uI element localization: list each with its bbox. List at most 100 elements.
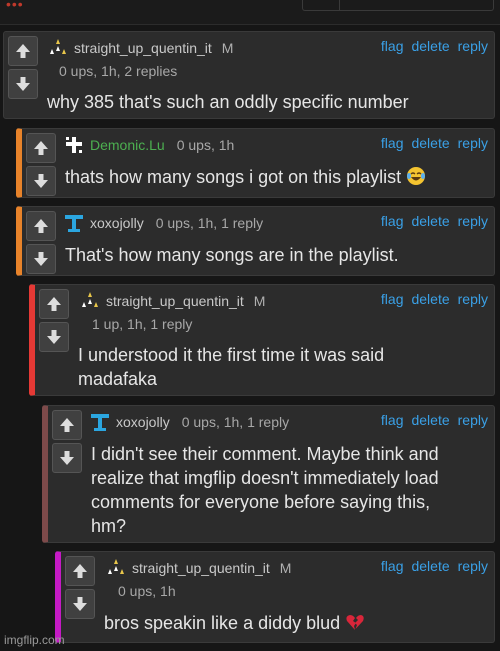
upvote-button[interactable] xyxy=(39,289,69,319)
comment-meta: 0 ups, 1h, 1 reply xyxy=(181,414,290,430)
down-arrow-icon xyxy=(73,597,87,611)
vote-controls xyxy=(26,211,56,277)
comment-text: why 385 that's such an oddly specific nu… xyxy=(47,92,409,112)
comment-meta: 1 up, 1h, 1 reply xyxy=(92,316,193,332)
downvote-button[interactable] xyxy=(26,166,56,196)
downvote-button[interactable] xyxy=(52,443,82,473)
down-arrow-icon xyxy=(34,252,48,266)
delete-link[interactable]: delete xyxy=(411,38,449,54)
comment-actions: flag delete reply xyxy=(381,135,488,151)
laughing-crying-emoji xyxy=(407,167,426,185)
comment-3: xoxojolly 0 ups, 1h, 1 reply flag delete… xyxy=(16,206,495,276)
delete-link[interactable]: delete xyxy=(411,135,449,151)
down-arrow-icon xyxy=(16,77,30,91)
vote-controls xyxy=(65,556,95,622)
up-arrow-icon xyxy=(73,564,87,578)
pixel-t-icon[interactable] xyxy=(64,213,84,233)
downvote-button[interactable] xyxy=(65,589,95,619)
reply-link[interactable]: reply xyxy=(458,291,488,307)
comment-meta: 0 ups, 1h xyxy=(118,583,176,599)
delete-link[interactable]: delete xyxy=(411,213,449,229)
up-arrow-icon xyxy=(16,44,30,58)
up-arrow-icon xyxy=(34,219,48,233)
comment-text-line: madafaka xyxy=(78,369,158,389)
comment-4: straight_up_quentin_it M 1 up, 1h, 1 rep… xyxy=(29,284,495,396)
logo-fragment: ••• xyxy=(6,0,24,12)
down-arrow-icon xyxy=(47,330,61,344)
comment-actions: flag delete reply xyxy=(381,291,488,307)
badge: M xyxy=(279,560,292,576)
comment-1: straight_up_quentin_it M 0 ups, 1h, 2 re… xyxy=(3,31,495,119)
badge: M xyxy=(253,293,266,309)
reply-link[interactable]: reply xyxy=(458,135,488,151)
reply-link[interactable]: reply xyxy=(458,558,488,574)
flag-link[interactable]: flag xyxy=(381,213,404,229)
up-arrow-icon xyxy=(47,297,61,311)
delete-link[interactable]: delete xyxy=(411,291,449,307)
comment-meta: 0 ups, 1h xyxy=(176,137,235,153)
broken-heart-emoji xyxy=(346,615,364,630)
username[interactable]: straight_up_quentin_it xyxy=(106,293,244,309)
downvote-button[interactable] xyxy=(39,322,69,352)
comment-text-wrap: thats how many songs i got on this playl… xyxy=(65,165,426,189)
comment-text-line: I didn't see their comment. Maybe think … xyxy=(91,444,439,464)
vote-controls xyxy=(39,289,69,355)
pixel-cross-icon[interactable] xyxy=(64,135,84,155)
upvote-button[interactable] xyxy=(26,211,56,241)
comment-text-line: comments for everyone before saying this… xyxy=(91,492,431,512)
comment-text-wrap: bros speakin like a diddy blud xyxy=(104,611,365,635)
username[interactable]: straight_up_quentin_it xyxy=(74,40,212,56)
reply-link[interactable]: reply xyxy=(458,38,488,54)
comment-2: Demonic.Lu 0 ups, 1h flag delete reply t… xyxy=(16,128,495,198)
comment-actions: flag delete reply xyxy=(381,558,488,574)
downvote-button[interactable] xyxy=(8,69,38,99)
delete-link[interactable]: delete xyxy=(411,558,449,574)
username[interactable]: straight_up_quentin_it xyxy=(132,560,270,576)
vote-controls xyxy=(52,410,82,476)
upvote-button[interactable] xyxy=(52,410,82,440)
triangle-stars-icon[interactable] xyxy=(48,38,68,58)
down-arrow-icon xyxy=(60,451,74,465)
vote-controls xyxy=(8,36,38,102)
flag-link[interactable]: flag xyxy=(381,38,404,54)
comment-actions: flag delete reply xyxy=(381,213,488,229)
username[interactable]: Demonic.Lu xyxy=(90,137,165,153)
top-bar: ••• xyxy=(0,0,500,25)
delete-link[interactable]: delete xyxy=(411,412,449,428)
upvote-button[interactable] xyxy=(26,133,56,163)
downvote-button[interactable] xyxy=(26,244,56,274)
upvote-button[interactable] xyxy=(65,556,95,586)
comment-text: thats how many songs i got on this playl… xyxy=(65,167,402,187)
triangle-stars-icon[interactable] xyxy=(106,558,126,578)
up-arrow-icon xyxy=(60,418,74,432)
vote-controls xyxy=(26,133,56,199)
comment-text-line: realize that imgflip doesn't immediately… xyxy=(91,468,439,488)
upvote-button[interactable] xyxy=(8,36,38,66)
comment-6: straight_up_quentin_it M 0 ups, 1h flag … xyxy=(55,551,495,643)
comment-text-line: hm? xyxy=(91,516,127,536)
flag-link[interactable]: flag xyxy=(381,291,404,307)
reply-link[interactable]: reply xyxy=(458,213,488,229)
comment-text: That's how many songs are in the playlis… xyxy=(65,245,399,265)
triangle-stars-icon[interactable] xyxy=(80,291,100,311)
comment-text: bros speakin like a diddy blud xyxy=(104,613,341,633)
comment-text-line: I understood it the first time it was sa… xyxy=(78,345,385,365)
comment-text: I understood it the first time it was sa… xyxy=(78,343,384,391)
comment-5: xoxojolly 0 ups, 1h, 1 reply flag delete… xyxy=(42,405,495,543)
username[interactable]: xoxojolly xyxy=(90,215,144,231)
search-box-fragment[interactable] xyxy=(302,0,494,11)
pixel-t-icon[interactable] xyxy=(90,412,110,432)
comment-actions: flag delete reply xyxy=(381,38,488,54)
up-arrow-icon xyxy=(34,141,48,155)
comment-text: I didn't see their comment. Maybe think … xyxy=(91,442,439,538)
flag-link[interactable]: flag xyxy=(381,135,404,151)
watermark: imgflip.com xyxy=(4,633,65,647)
badge: M xyxy=(221,40,234,56)
username[interactable]: xoxojolly xyxy=(116,414,170,430)
reply-link[interactable]: reply xyxy=(458,412,488,428)
flag-link[interactable]: flag xyxy=(381,412,404,428)
flag-link[interactable]: flag xyxy=(381,558,404,574)
comment-meta: 0 ups, 1h, 1 reply xyxy=(155,215,264,231)
down-arrow-icon xyxy=(34,174,48,188)
comment-actions: flag delete reply xyxy=(381,412,488,428)
